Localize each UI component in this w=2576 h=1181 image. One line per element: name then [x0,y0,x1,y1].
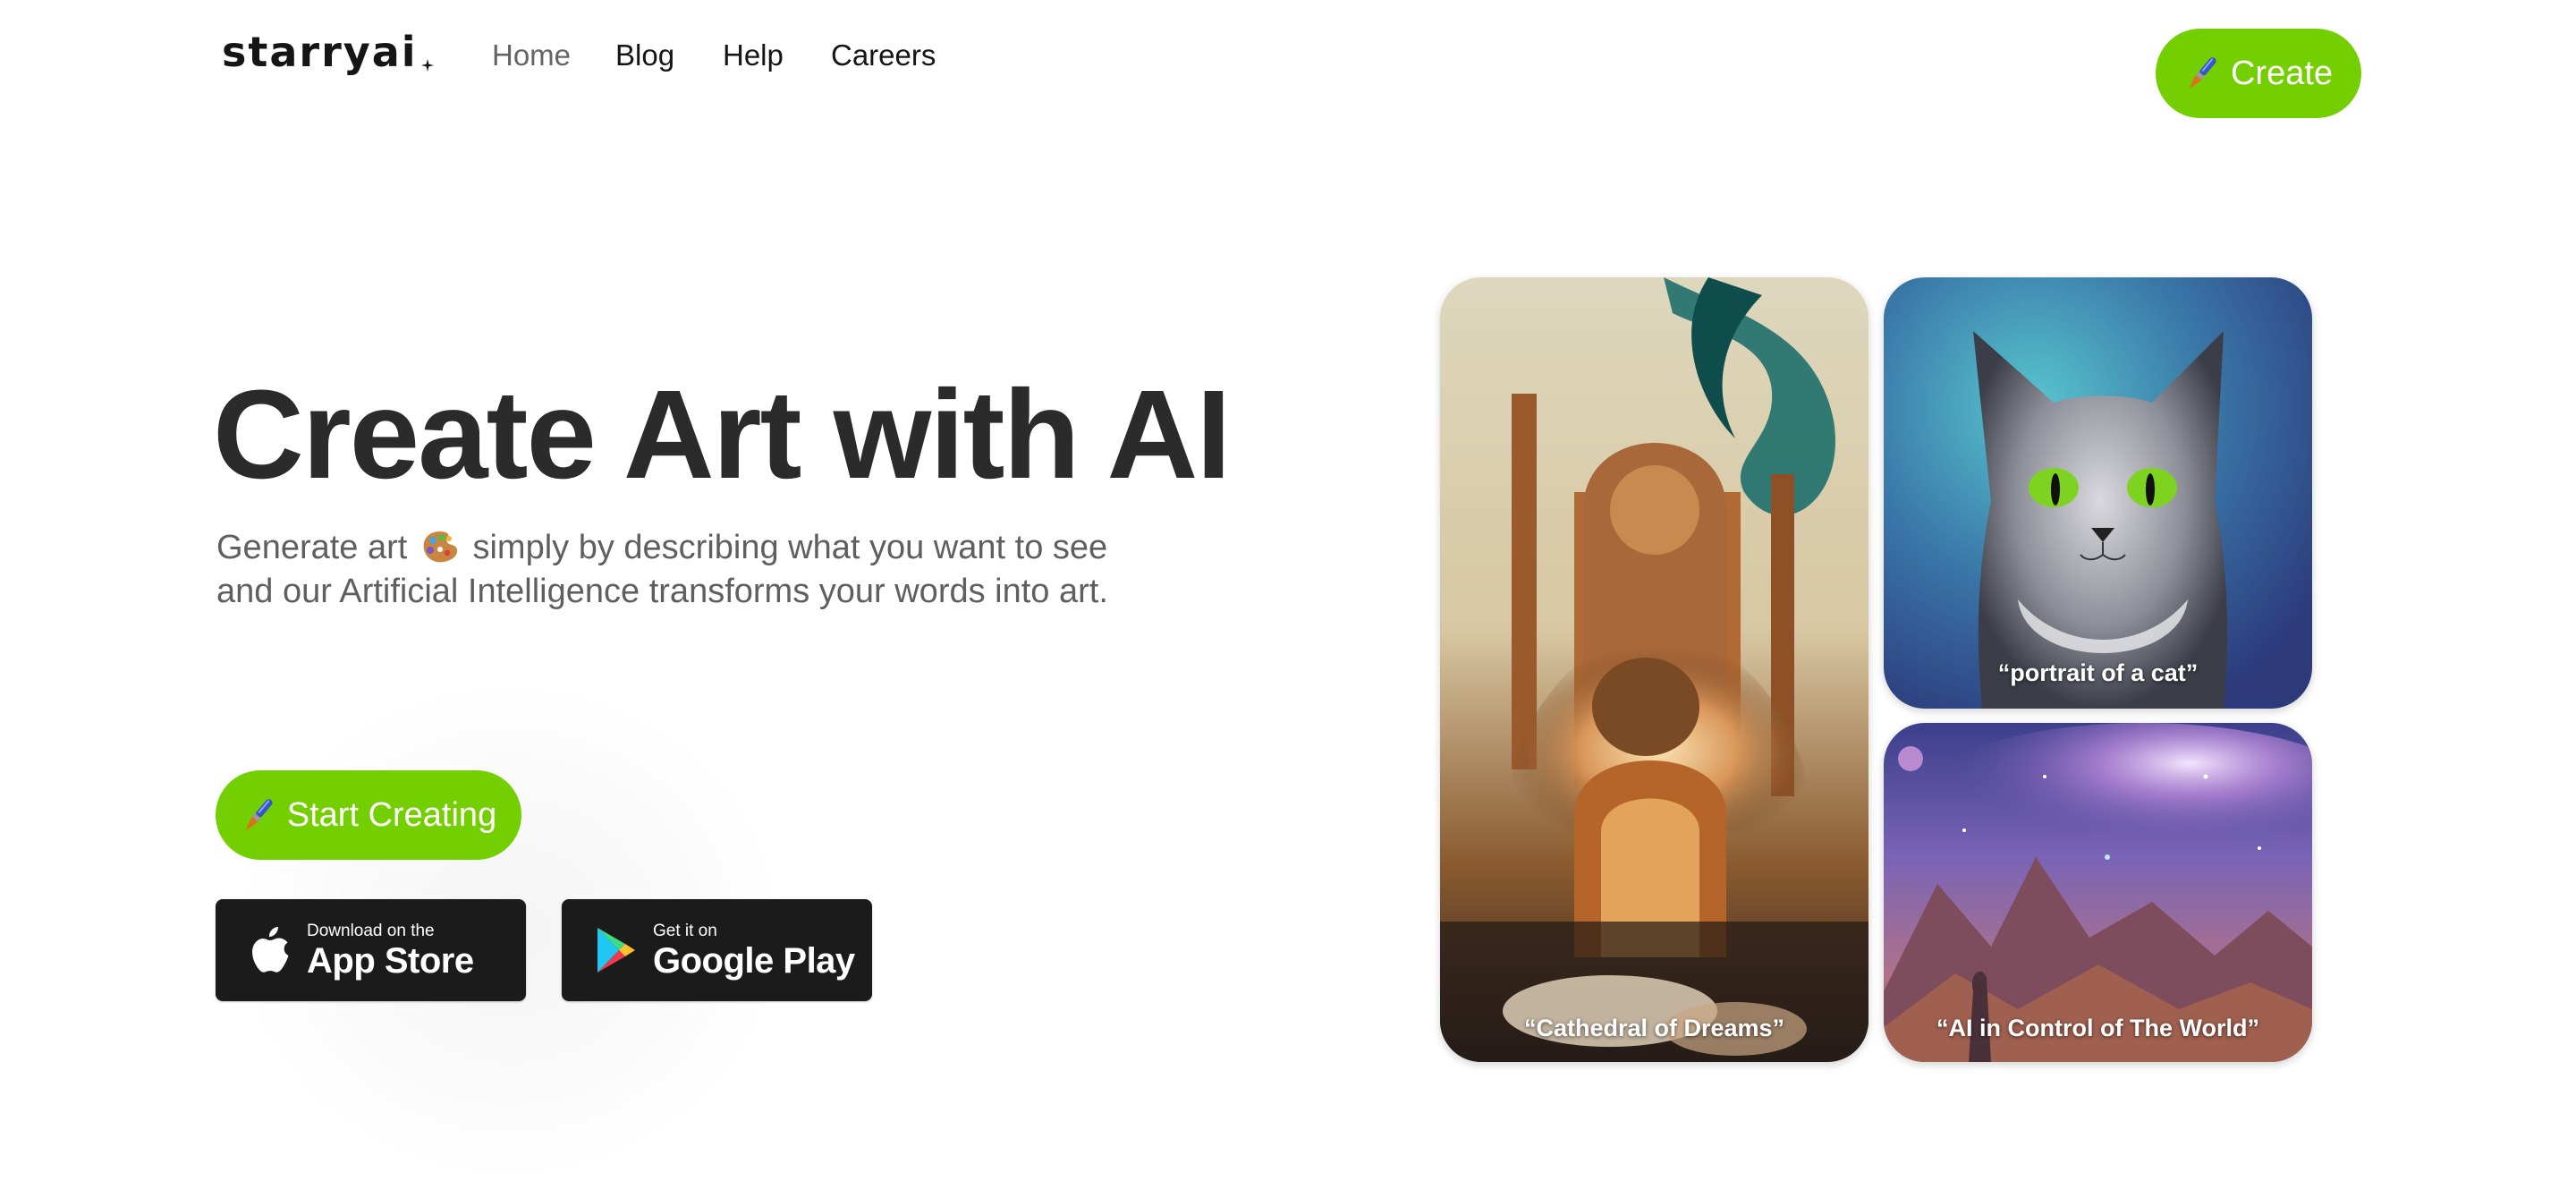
gallery-card-space[interactable]: “AI in Control of The World” [1884,723,2312,1062]
cathedral-artwork [1440,277,1868,1062]
cat-portrait-artwork [1884,277,2312,709]
google-play-small-text: Get it on [653,921,717,940]
subtitle-text: simply by describing what you want to se… [472,529,1108,566]
hero-title: Create Art with AI [213,363,1232,505]
hero-subtitle-line-2: and our Artificial Intelligence transfor… [216,573,1108,610]
nav-home[interactable]: Home [492,38,571,73]
cosmic-landscape-artwork [1884,723,2312,1062]
google-play-big-text: Google Play [653,940,855,981]
logo-text: starryai [222,28,418,76]
card-caption: “Cathedral of Dreams” [1523,1015,1785,1041]
hero-subtitle-line-1: Generate art simply by describing what y… [216,526,1200,570]
apple-icon [252,927,289,973]
gallery-card-cathedral[interactable]: “Cathedral of Dreams” [1440,277,1868,1062]
subtitle-text: Generate art [216,529,408,566]
card-caption: “portrait of a cat” [1997,659,2199,686]
logo[interactable]: starryai [222,25,434,79]
paintbrush-icon [245,799,273,830]
sparkle-icon [420,59,434,72]
artist-palette-icon [423,531,457,563]
nav-blog[interactable]: Blog [615,38,674,73]
google-play-icon [597,928,635,973]
start-creating-label: Start Creating [286,795,497,834]
hero-subtitle: Generate art simply by describing what y… [216,526,1200,614]
google-play-button[interactable]: Get it on Google Play [562,899,872,1001]
nav-careers[interactable]: Careers [831,38,936,73]
paintbrush-icon [2189,57,2216,89]
card-caption: “AI in Control of The World” [1936,1015,2259,1041]
nav-help[interactable]: Help [723,38,784,73]
app-store-big-text: App Store [307,940,474,981]
create-button-label: Create [2230,54,2334,92]
gallery-card-cat[interactable]: “portrait of a cat” [1884,277,2312,709]
create-button[interactable]: Create [2156,29,2361,118]
start-creating-button[interactable]: Start Creating [216,770,521,860]
app-store-small-text: Download on the [307,921,435,940]
app-store-button[interactable]: Download on the App Store [216,899,526,1001]
